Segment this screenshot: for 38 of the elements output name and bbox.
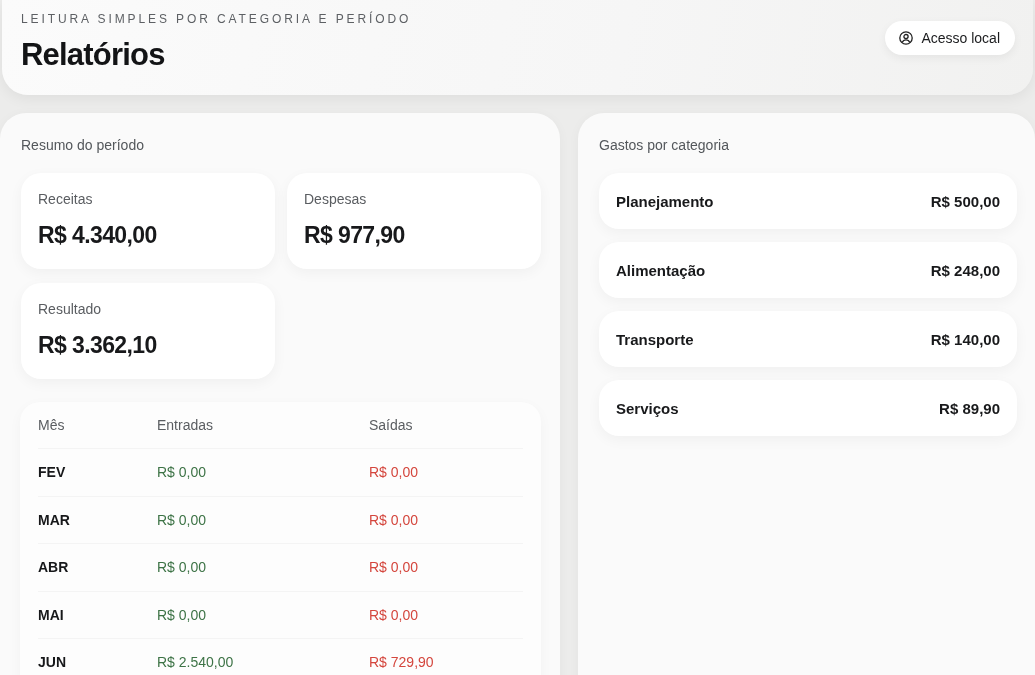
card-label: Receitas (38, 190, 94, 208)
table-cell: R$ 0,00 (157, 559, 207, 576)
table-cell: FEV (38, 464, 66, 481)
category-name: Serviços (616, 399, 679, 417)
table-cell: MAR (38, 511, 70, 528)
card-label: Despesas (304, 190, 368, 208)
card-value: R$ 4.340,00 (38, 221, 158, 249)
category-amount: R$ 89,90 (939, 399, 1000, 417)
card-value: R$ 977,90 (304, 221, 406, 249)
table-cell: R$ 0,00 (157, 606, 207, 623)
user-circle-icon (899, 31, 914, 45)
category-name: Transporte (616, 330, 694, 348)
category-amount: R$ 500,00 (930, 192, 1000, 210)
table-cell: R$ 0,00 (369, 511, 419, 528)
table-cell: R$ 729,90 (369, 654, 434, 671)
category-amount: R$ 248,00 (930, 261, 1000, 279)
category-amount: R$ 140,00 (930, 330, 1000, 348)
card-label: Resultado (38, 300, 103, 318)
panel-title: Resumo do período (21, 136, 145, 154)
table-cell: R$ 0,00 (157, 464, 207, 481)
table-cell: JUN (38, 654, 66, 671)
column-header: Saídas (369, 417, 413, 433)
column-header: Mês (38, 417, 65, 433)
access-button[interactable]: Acesso local (885, 21, 1015, 55)
table-cell: R$ 2.540,00 (157, 654, 234, 671)
panel-title: Gastos por categoria (599, 136, 730, 154)
card-value: R$ 3.362,10 (38, 331, 158, 359)
table-cell: R$ 0,00 (369, 606, 419, 623)
column-header: Entradas (157, 417, 214, 433)
table-cell: MAI (38, 606, 64, 623)
page-title: Relatórios (21, 36, 166, 74)
table-cell: R$ 0,00 (369, 559, 419, 576)
page-subtitle: LEITURA SIMPLES POR CATEGORIA E PERÍODO (21, 12, 412, 27)
category-name: Planejamento (616, 192, 714, 210)
table-cell: R$ 0,00 (157, 511, 207, 528)
category-name: Alimentação (616, 261, 706, 279)
table-cell: ABR (38, 559, 69, 576)
table-cell: R$ 0,00 (369, 464, 419, 481)
